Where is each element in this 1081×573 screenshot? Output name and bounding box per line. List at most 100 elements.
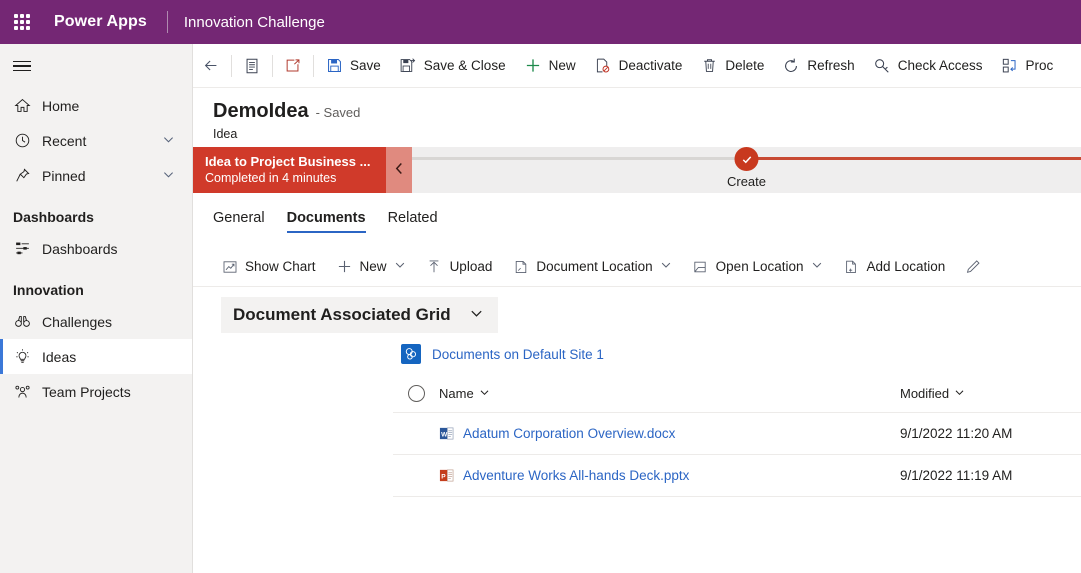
- process-label: Proc: [1025, 58, 1054, 73]
- select-all-cell: [393, 385, 439, 402]
- select-all-circle[interactable]: [407, 385, 425, 402]
- record-entity-name: Idea: [213, 127, 238, 141]
- grid-command-bar: Show Chart New Upload Document Location …: [193, 247, 1081, 287]
- form-selector-button[interactable]: [234, 44, 270, 87]
- save-button[interactable]: Save: [316, 44, 390, 87]
- check-icon: [734, 147, 759, 171]
- app-launcher-button[interactable]: [0, 0, 44, 44]
- new-button[interactable]: New: [515, 44, 585, 87]
- process-track: Create: [412, 147, 1081, 193]
- sidebar-collapse-button[interactable]: [0, 44, 192, 88]
- open-in-new-icon: [284, 57, 302, 75]
- process-stage-node-create[interactable]: Create: [727, 147, 766, 189]
- view-selector-label: Document Associated Grid: [233, 305, 451, 324]
- sidebar-group-innovation-title: Innovation: [13, 282, 84, 298]
- sidebar-item-label: Pinned: [42, 167, 86, 184]
- clock-icon: [13, 132, 31, 150]
- sharepoint-icon: [401, 344, 421, 364]
- table-row[interactable]: P Adventure Works All-hands Deck.pptx 9/…: [393, 455, 1081, 497]
- refresh-button[interactable]: Refresh: [773, 44, 863, 87]
- deactivate-button[interactable]: Deactivate: [585, 44, 692, 87]
- chevron-down-icon: [954, 387, 965, 401]
- document-name-link[interactable]: Adatum Corporation Overview.docx: [463, 426, 675, 441]
- chevron-down-icon[interactable]: [394, 259, 406, 274]
- app-launcher-icon: [14, 14, 30, 30]
- document-location-button[interactable]: Document Location: [502, 247, 681, 286]
- new-label: New: [548, 58, 576, 73]
- plus-icon: [336, 258, 353, 275]
- show-chart-label: Show Chart: [245, 259, 316, 274]
- show-chart-button[interactable]: Show Chart: [211, 247, 326, 286]
- chevron-down-icon[interactable]: [161, 167, 176, 185]
- table-row[interactable]: W Adatum Corporation Overview.docx 9/1/2…: [393, 413, 1081, 455]
- check-access-button[interactable]: Check Access: [864, 44, 992, 87]
- process-icon: [1001, 57, 1019, 75]
- app-brand-title: Power Apps: [54, 13, 147, 30]
- delete-button[interactable]: Delete: [691, 44, 773, 87]
- process-stage-title: Idea to Project Business ...: [205, 154, 371, 169]
- sidebar-item-dashboards[interactable]: Dashboards: [0, 231, 192, 266]
- upload-label: Upload: [449, 259, 493, 274]
- process-node-label: Create: [726, 174, 767, 189]
- column-header-modified[interactable]: Modified: [900, 386, 965, 401]
- word-document-icon: W: [439, 426, 454, 441]
- open-location-icon: [692, 258, 709, 275]
- upload-button[interactable]: Upload: [416, 247, 503, 286]
- sidebar-item-label: Challenges: [42, 313, 113, 330]
- sidebar-item-ideas[interactable]: Ideas: [0, 339, 192, 374]
- sidebar-item-home[interactable]: Home: [0, 88, 192, 123]
- sidebar-item-label: Ideas: [42, 348, 77, 365]
- edit-button[interactable]: [955, 247, 992, 286]
- open-location-button[interactable]: Open Location: [682, 247, 833, 286]
- grid-new-label: New: [359, 259, 387, 274]
- add-location-button[interactable]: Add Location: [833, 247, 956, 286]
- svg-text:W: W: [441, 431, 448, 438]
- chevron-down-icon[interactable]: [811, 259, 823, 274]
- sidebar-item-challenges[interactable]: Challenges: [0, 304, 192, 339]
- pencil-icon: [965, 258, 982, 275]
- chevron-down-icon[interactable]: [161, 132, 176, 150]
- process-button[interactable]: Proc: [992, 44, 1063, 87]
- process-line-left: [412, 157, 747, 160]
- people-icon: [13, 383, 31, 401]
- tab-general[interactable]: General: [213, 210, 265, 233]
- page-title: DemoIdea: [213, 100, 309, 122]
- open-location-label: Open Location: [715, 259, 804, 274]
- sidebar-item-recent[interactable]: Recent: [0, 123, 192, 158]
- save-and-close-button[interactable]: Save & Close: [390, 44, 515, 87]
- sidebar-item-pinned[interactable]: Pinned: [0, 158, 192, 193]
- save-label: Save: [350, 58, 381, 73]
- command-divider: [231, 54, 232, 77]
- lightbulb-icon: [13, 348, 31, 366]
- document-name-link[interactable]: Adventure Works All-hands Deck.pptx: [463, 468, 689, 483]
- grid-new-button[interactable]: New: [326, 247, 416, 286]
- tab-related[interactable]: Related: [388, 210, 438, 233]
- command-bar: Save Save & Close New Deactivate Delete …: [193, 44, 1081, 88]
- chevron-down-icon: [469, 306, 484, 324]
- document-location-link[interactable]: Documents on Default Site 1: [432, 347, 604, 362]
- process-stage-banner[interactable]: Idea to Project Business ... Completed i…: [193, 147, 386, 193]
- view-selector[interactable]: Document Associated Grid: [221, 297, 498, 333]
- sidebar-group-dashboards-title: Dashboards: [13, 209, 94, 225]
- trash-icon: [700, 57, 718, 75]
- sidebar-item-team-projects[interactable]: Team Projects: [0, 374, 192, 409]
- record-title-line: DemoIdea - Saved: [213, 100, 1081, 123]
- chevron-down-icon[interactable]: [660, 259, 672, 274]
- record-header: DemoIdea - Saved Idea: [193, 88, 1081, 147]
- documents-grid: Name Modified W Adatum Corporation Overv…: [193, 375, 1081, 497]
- deactivate-icon: [594, 57, 612, 75]
- back-arrow-icon: [202, 57, 220, 75]
- tab-documents[interactable]: Documents: [286, 210, 366, 233]
- back-button[interactable]: [193, 44, 229, 87]
- column-header-name-label: Name: [439, 386, 474, 401]
- form-tabs: General Documents Related: [193, 193, 1081, 233]
- column-header-name[interactable]: Name: [439, 386, 490, 401]
- process-collapse-button[interactable]: [386, 147, 412, 193]
- process-stage-subtitle: Completed in 4 minutes: [205, 171, 337, 185]
- add-location-icon: [843, 258, 860, 275]
- pin-icon: [13, 167, 31, 185]
- add-location-label: Add Location: [866, 259, 946, 274]
- command-divider: [272, 54, 273, 77]
- open-in-new-window-button[interactable]: [275, 44, 311, 87]
- modified-value: 9/1/2022 11:19 AM: [900, 468, 1013, 483]
